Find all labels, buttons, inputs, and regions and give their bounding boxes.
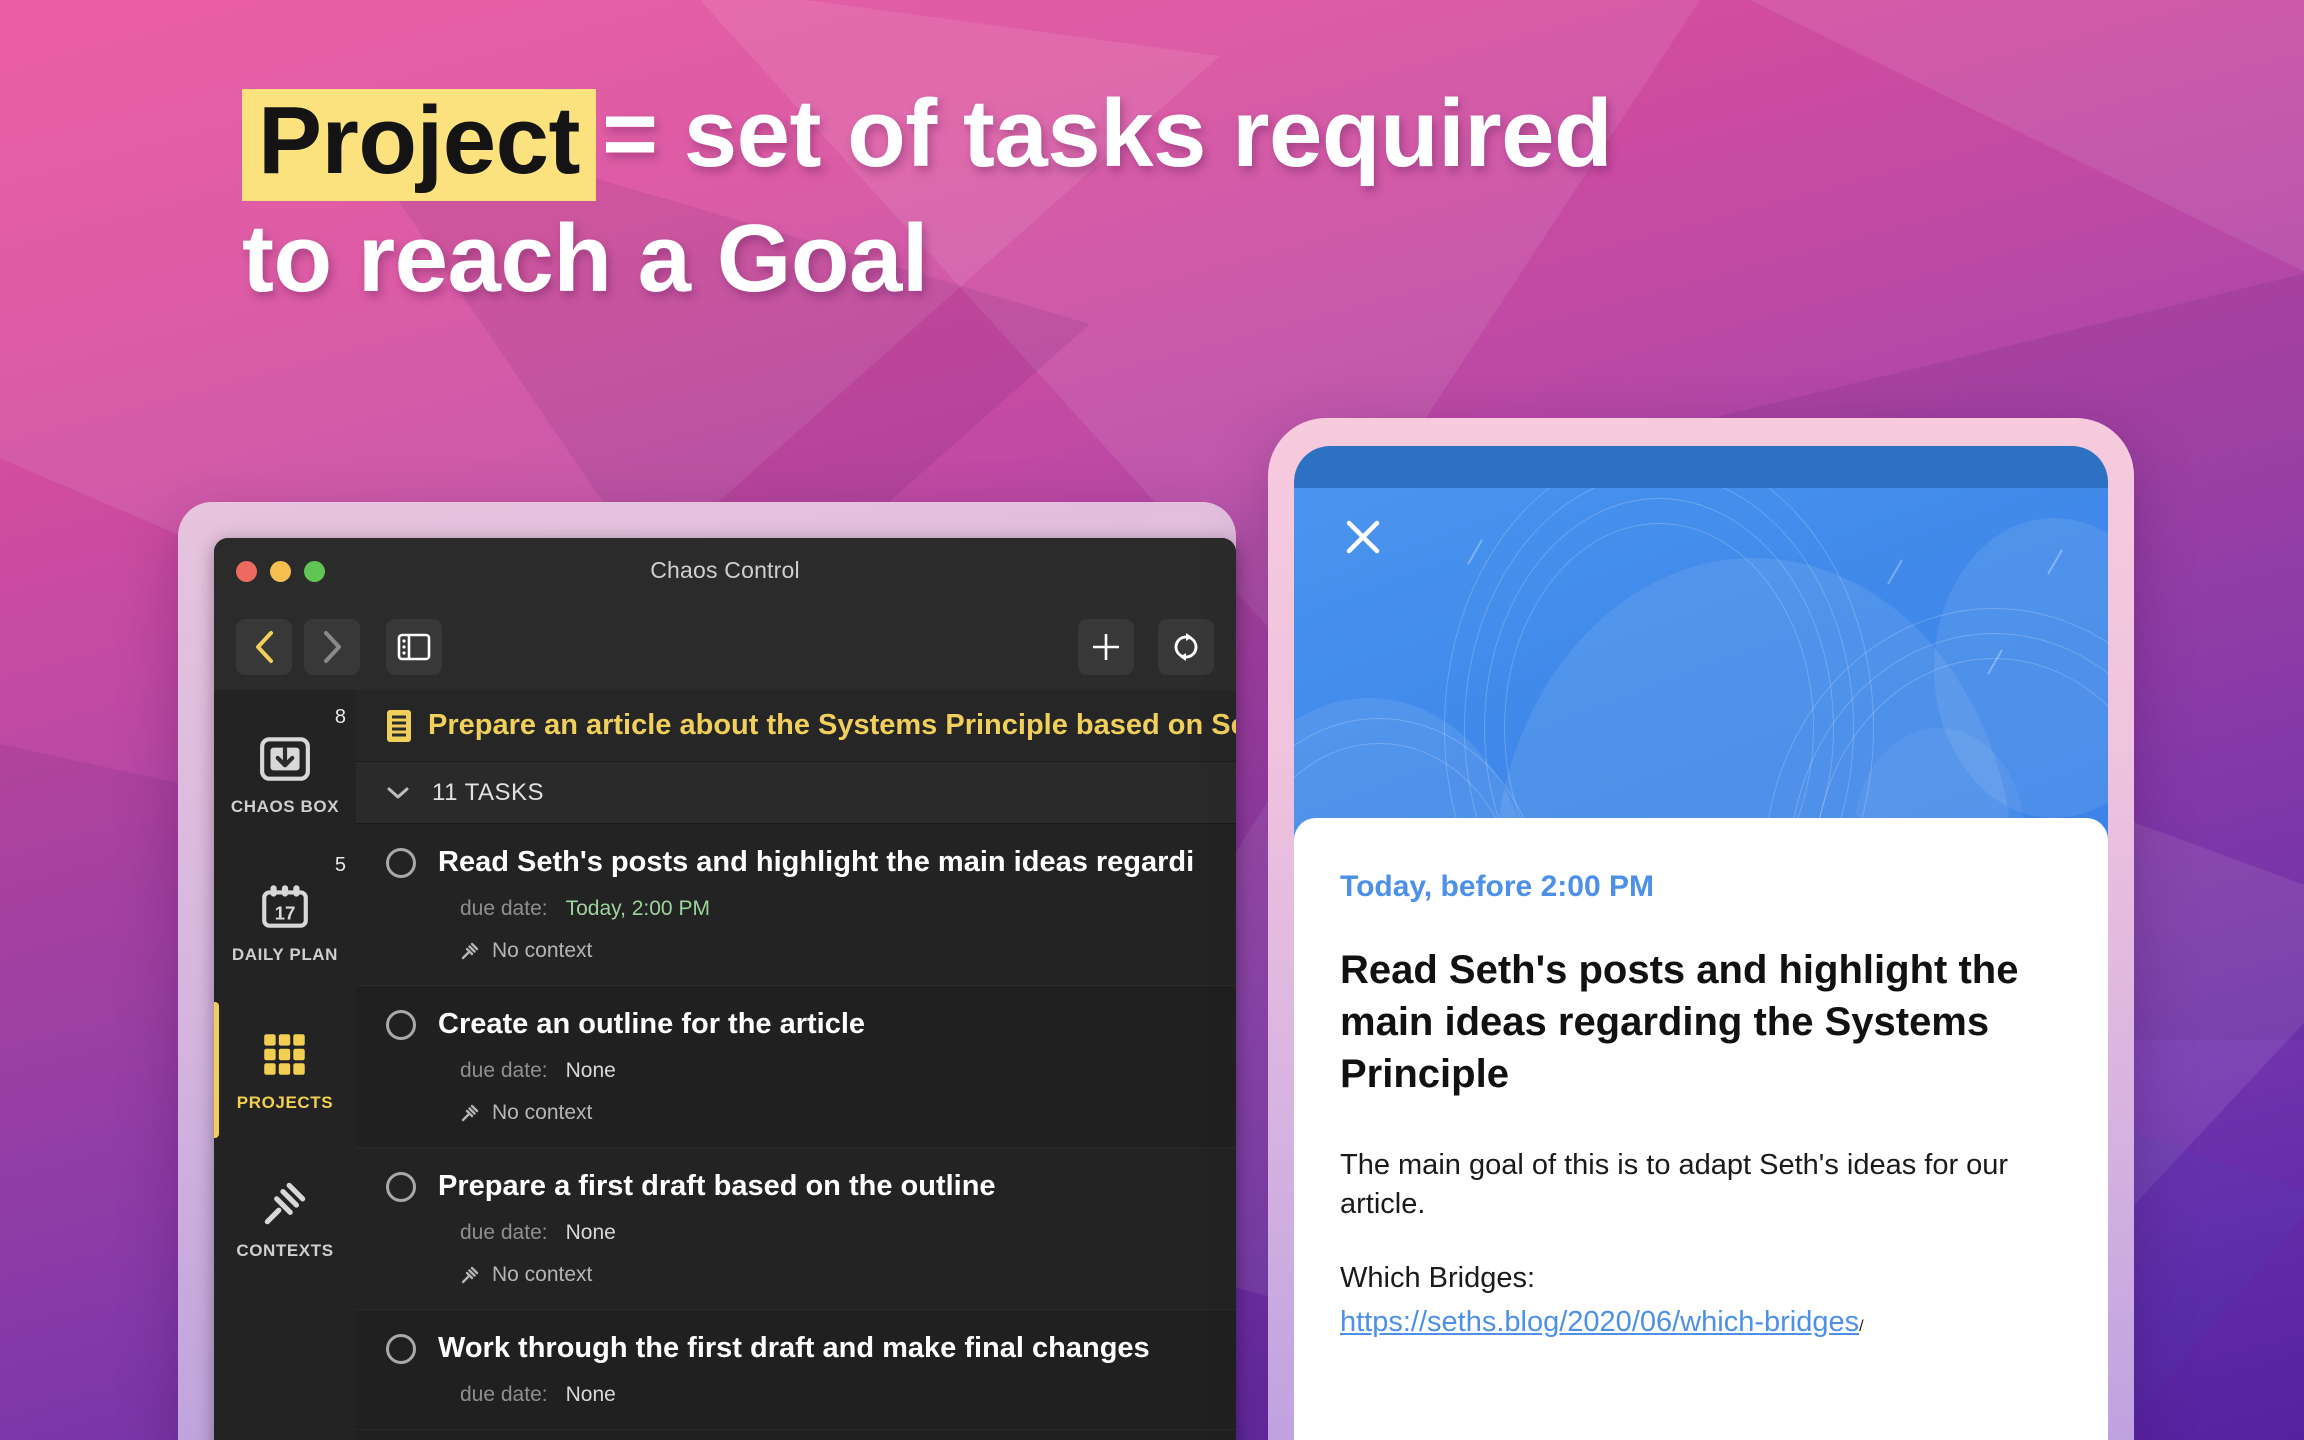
sidebar-label-chaos-box: CHAOS BOX bbox=[230, 796, 340, 816]
task-context-label: No context bbox=[492, 939, 593, 962]
project-header-row[interactable]: Prepare an article about the Systems Pri… bbox=[356, 690, 1236, 762]
table-row[interactable]: Prepare a first draft based on the outli… bbox=[356, 1148, 1236, 1310]
task-main-line: Read Seth's posts and highlight the main… bbox=[386, 846, 1236, 879]
task-main-line: Create an outline for the article bbox=[386, 1008, 1236, 1041]
tasks-section-header[interactable]: 11 TASKS bbox=[356, 762, 1236, 824]
task-note-link[interactable]: https://seths.blog/2020/06/which-bridges bbox=[1340, 1306, 1859, 1338]
task-main-line: Prepare a first draft based on the outli… bbox=[386, 1170, 1236, 1203]
task-due-date: due date: None bbox=[460, 1383, 1236, 1407]
table-row[interactable]: Read Seth's posts and highlight the main… bbox=[356, 824, 1236, 986]
pushpin-icon bbox=[264, 1182, 306, 1224]
sidebar: 8 CHAOS BOX 5 17 DAILY PLAN PROJECTS CON… bbox=[214, 690, 356, 1440]
task-complete-checkbox[interactable] bbox=[386, 1333, 416, 1364]
back-chevron-icon bbox=[256, 631, 273, 663]
table-row[interactable]: Work through the first draft and make fi… bbox=[356, 1310, 1236, 1430]
task-main-line: Work through the first draft and make fi… bbox=[386, 1332, 1236, 1365]
task-context: No context bbox=[460, 1101, 1236, 1125]
phone-device-frame: Today, before 2:00 PM Read Seth's posts … bbox=[1268, 418, 2134, 1440]
task-due-label: due date: bbox=[460, 897, 548, 920]
decorative-tick bbox=[1467, 539, 1483, 565]
grid-icon bbox=[264, 1033, 305, 1075]
project-list-icon bbox=[387, 709, 411, 742]
sidebar-label-contexts: CONTEXTS bbox=[236, 1240, 334, 1260]
sidebar-toggle-button[interactable] bbox=[386, 619, 442, 675]
task-note-paragraph: The main goal of this is to adapt Seth's… bbox=[1340, 1149, 2009, 1221]
task-due-label: due date: bbox=[460, 1383, 548, 1406]
task-due-value: None bbox=[565, 1383, 616, 1406]
decorative-tick bbox=[1887, 559, 1903, 585]
back-button[interactable] bbox=[236, 619, 292, 675]
phone-status-bar bbox=[1294, 446, 2108, 488]
task-list-pane: Prepare an article about the Systems Pri… bbox=[356, 690, 1236, 1440]
pushpin-icon bbox=[461, 1104, 479, 1122]
mac-device-frame: Chaos Control 8 CHAOS BOX 5 17 DAILY PLA… bbox=[178, 502, 1236, 1440]
task-due-label: due date: bbox=[460, 1221, 548, 1244]
task-due-value: None bbox=[565, 1221, 616, 1244]
task-context: No context bbox=[460, 939, 1236, 963]
forward-chevron-icon bbox=[324, 631, 341, 663]
chevron-down-icon[interactable] bbox=[386, 786, 410, 800]
inbox-icon bbox=[260, 736, 310, 781]
tasks-count-label: 11 TASKS bbox=[432, 778, 545, 806]
mac-window-body: 8 CHAOS BOX 5 17 DAILY PLAN PROJECTS CON… bbox=[214, 690, 1236, 1440]
sidebar-badge-chaos-box: 8 bbox=[334, 706, 346, 728]
sidebar-badge-daily-plan: 5 bbox=[334, 854, 346, 876]
task-context-label: No context bbox=[492, 1101, 593, 1124]
sidebar-label-daily-plan: DAILY PLAN bbox=[231, 944, 339, 964]
sidebar-toggle-icon bbox=[397, 633, 431, 661]
close-button[interactable] bbox=[1342, 516, 1384, 558]
phone-screen: Today, before 2:00 PM Read Seth's posts … bbox=[1294, 446, 2108, 1440]
task-due-value: None bbox=[565, 1059, 616, 1082]
app-title: Chaos Control bbox=[650, 557, 800, 583]
sidebar-item-projects[interactable]: PROJECTS bbox=[214, 996, 356, 1144]
forward-button[interactable] bbox=[304, 619, 360, 675]
task-due-datetime: Today, before 2:00 PM bbox=[1340, 870, 1654, 903]
task-note-link-tail: / bbox=[1859, 1318, 1864, 1336]
task-due-value: Today, 2:00 PM bbox=[565, 897, 710, 920]
task-context: No context bbox=[460, 1263, 1236, 1287]
task-complete-checkbox[interactable] bbox=[386, 1171, 416, 1202]
task-context-label: No context bbox=[492, 1263, 593, 1286]
task-complete-checkbox[interactable] bbox=[386, 847, 416, 878]
pushpin-icon bbox=[461, 1266, 479, 1284]
task-title: Work through the first draft and make fi… bbox=[438, 1332, 1150, 1364]
task-due-label: due date: bbox=[460, 1059, 548, 1082]
task-note-label: Which Bridges: bbox=[1340, 1261, 1536, 1294]
sidebar-item-daily-plan[interactable]: 5 17 DAILY PLAN bbox=[214, 848, 356, 996]
task-due-date: due date: None bbox=[460, 1221, 1236, 1245]
task-detail-title: Read Seth's posts and highlight the main… bbox=[1340, 948, 2019, 1096]
sidebar-label-projects: PROJECTS bbox=[236, 1092, 334, 1112]
close-x-icon bbox=[1346, 520, 1380, 554]
task-note-link-row: https://seths.blog/2020/06/which-bridges… bbox=[1340, 1306, 2062, 1339]
task-due-date: due date: None bbox=[460, 1059, 1236, 1083]
task-title: Read Seth's posts and highlight the main… bbox=[438, 846, 1195, 878]
mac-titlebar: Chaos Control bbox=[214, 538, 1236, 604]
task-detail-card: Today, before 2:00 PM Read Seth's posts … bbox=[1294, 818, 2108, 1440]
task-due-date: due date: Today, 2:00 PM bbox=[460, 897, 1236, 921]
task-title: Prepare a first draft based on the outli… bbox=[438, 1170, 996, 1202]
sidebar-item-contexts[interactable]: CONTEXTS bbox=[214, 1144, 356, 1292]
calendar-17-icon: 17 bbox=[262, 884, 308, 928]
svg-text:17: 17 bbox=[275, 902, 296, 923]
mac-toolbar bbox=[214, 604, 1236, 690]
sidebar-item-chaos-box[interactable]: 8 CHAOS BOX bbox=[214, 700, 356, 848]
add-task-button[interactable] bbox=[1078, 619, 1134, 675]
project-title: Prepare an article about the Systems Pri… bbox=[428, 709, 1236, 741]
table-row[interactable]: Create an outline for the article due da… bbox=[356, 986, 1236, 1148]
pushpin-icon bbox=[461, 942, 479, 960]
refresh-icon bbox=[1174, 633, 1198, 661]
sync-button[interactable] bbox=[1158, 619, 1214, 675]
plus-icon bbox=[1093, 634, 1119, 660]
task-title: Create an outline for the article bbox=[438, 1008, 866, 1040]
mac-app-window: Chaos Control 8 CHAOS BOX 5 17 DAILY PLA… bbox=[214, 538, 1236, 1440]
task-complete-checkbox[interactable] bbox=[386, 1009, 416, 1040]
